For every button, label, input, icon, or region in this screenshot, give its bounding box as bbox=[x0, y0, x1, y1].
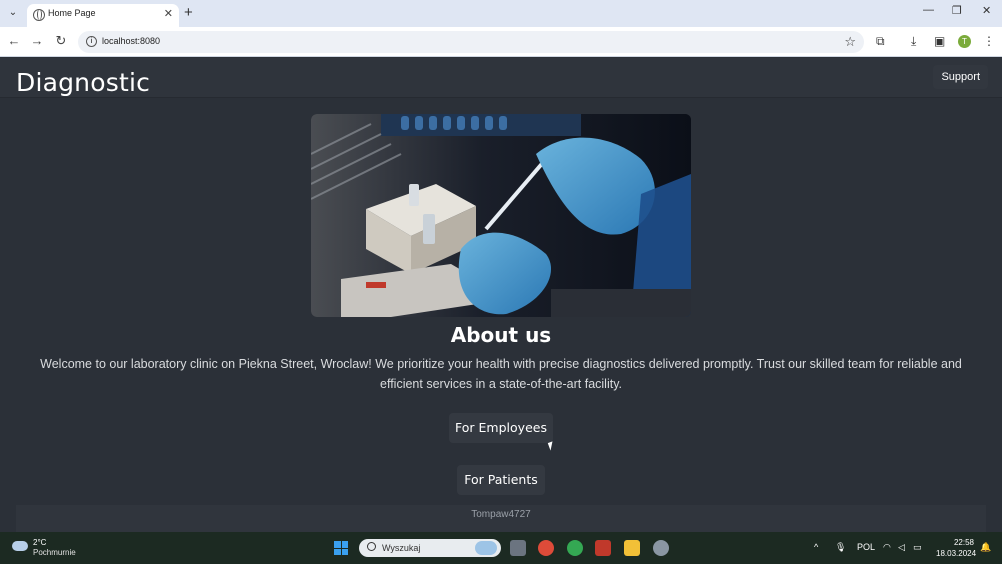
minimize-icon[interactable]: — bbox=[923, 4, 934, 16]
wifi-icon[interactable]: ◠ bbox=[883, 542, 891, 553]
lab-photo-illustration bbox=[311, 114, 691, 317]
brand-logo-text[interactable]: Diagnostic bbox=[16, 68, 150, 97]
reload-icon[interactable]: ↻ bbox=[53, 34, 69, 48]
extensions-icon[interactable]: ⧉ bbox=[876, 34, 885, 49]
battery-icon[interactable]: ▭ bbox=[913, 542, 922, 553]
navbar: Diagnostic Support bbox=[0, 58, 1002, 98]
tab-bar: ⌄ Home Page ✕ + — ❐ ✕ bbox=[0, 0, 1002, 27]
taskbar-search[interactable]: Wyszukaj bbox=[359, 539, 501, 557]
clock-date: 18.03.2024 bbox=[936, 549, 977, 558]
tab-home-page[interactable]: Home Page ✕ bbox=[27, 4, 179, 27]
app-icon[interactable] bbox=[653, 540, 669, 556]
windows-start-icon[interactable] bbox=[334, 541, 348, 555]
about-line-2: efficient services in a state-of-the-art… bbox=[380, 377, 622, 391]
download-icon[interactable]: ⤓ bbox=[911, 34, 916, 49]
profile-avatar[interactable]: T bbox=[958, 35, 971, 48]
footer: Tompaw4727 bbox=[16, 505, 986, 532]
chrome-icon[interactable] bbox=[538, 540, 554, 556]
about-line-1: Welcome to our laboratory clinic on Piek… bbox=[40, 357, 962, 371]
forward-icon[interactable]: → bbox=[29, 34, 45, 48]
search-placeholder: Wyszukaj bbox=[382, 543, 421, 553]
page-body: Diagnostic Support About us Welcome to o… bbox=[0, 58, 1002, 532]
back-icon[interactable]: ← bbox=[6, 34, 22, 48]
side-panel-icon[interactable]: ▣ bbox=[934, 34, 945, 48]
for-patients-button[interactable]: For Patients bbox=[457, 465, 545, 495]
tab-title: Home Page bbox=[48, 8, 96, 18]
language-indicator[interactable]: POL bbox=[857, 542, 875, 552]
about-paragraph: Welcome to our laboratory clinic on Piek… bbox=[40, 354, 962, 394]
close-tab-icon[interactable]: ✕ bbox=[164, 7, 173, 20]
task-view-icon[interactable] bbox=[510, 540, 526, 556]
hero-image-lab bbox=[311, 114, 691, 317]
cloud-icon bbox=[12, 541, 28, 551]
bookmark-star-icon[interactable]: ☆ bbox=[844, 34, 856, 50]
tab-search-icon[interactable]: ⌄ bbox=[6, 6, 20, 20]
notification-bell-icon[interactable]: 🔔 bbox=[980, 542, 991, 553]
site-info-icon[interactable]: i bbox=[86, 36, 97, 47]
clock-time: 22:58 bbox=[953, 538, 974, 547]
for-employees-button[interactable]: For Employees bbox=[449, 413, 553, 443]
volume-icon[interactable]: ◁ bbox=[898, 542, 905, 553]
chrome-profile-icon[interactable] bbox=[567, 540, 583, 556]
new-tab-icon[interactable]: + bbox=[184, 4, 193, 21]
microphone-icon[interactable]: 🎙 bbox=[835, 542, 846, 553]
restore-icon[interactable]: ❐ bbox=[952, 4, 962, 17]
tray-chevron-icon[interactable]: ^ bbox=[814, 542, 818, 552]
search-highlight-icon bbox=[475, 541, 497, 555]
menu-icon[interactable]: ⋮ bbox=[983, 34, 995, 48]
globe-icon bbox=[33, 9, 45, 21]
browser-toolbar: ← → ↻ i localhost:8080 ☆ ⧉ ⤓ ▣ ⋮ bbox=[0, 27, 1002, 57]
search-icon bbox=[367, 542, 376, 551]
footer-author: Tompaw4727 bbox=[471, 509, 531, 520]
intellij-icon[interactable] bbox=[595, 540, 611, 556]
taskbar: 2°C Pochmurnie Wyszukaj ^ 🎙 POL ◠ ◁ ▭ 22… bbox=[0, 532, 1002, 564]
file-explorer-icon[interactable] bbox=[624, 540, 640, 556]
clock[interactable]: 22:58 18.03.2024 bbox=[936, 537, 977, 559]
weather-condition: Pochmurnie bbox=[33, 548, 76, 557]
about-heading: About us bbox=[450, 323, 552, 347]
address-bar[interactable]: i localhost:8080 ☆ bbox=[78, 31, 864, 53]
support-link[interactable]: Support bbox=[933, 65, 988, 89]
close-window-icon[interactable]: ✕ bbox=[982, 4, 991, 17]
url-text[interactable]: localhost:8080 bbox=[102, 36, 160, 46]
weather-temp: 2°C bbox=[33, 538, 47, 547]
